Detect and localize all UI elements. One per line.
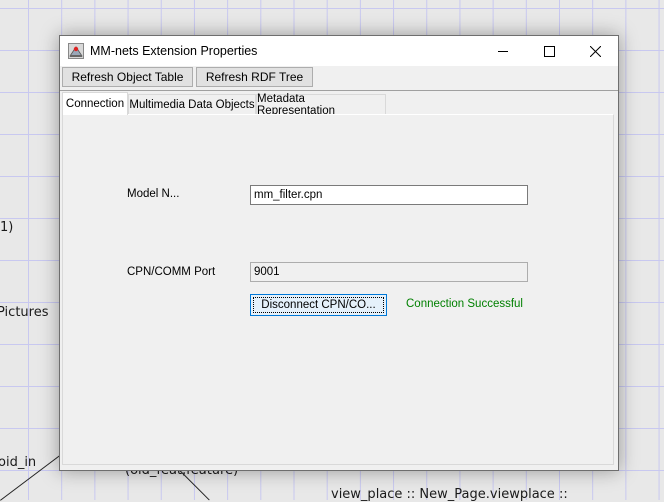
tab-connection[interactable]: Connection	[62, 92, 128, 115]
disconnect-button[interactable]: Disconnect CPN/CO...	[250, 294, 387, 316]
background-label-pictures: Pictures	[0, 305, 49, 320]
tab-multimedia-data-objects[interactable]: Multimedia Data Objects	[128, 94, 256, 114]
model-name-input[interactable]	[250, 185, 528, 205]
disconnect-button-label: Disconnect CPN/CO...	[261, 299, 376, 311]
background-label-1: 1)	[0, 220, 14, 235]
minimize-icon	[498, 51, 508, 52]
refresh-object-table-button[interactable]: Refresh Object Table	[62, 67, 193, 87]
toolbar: Refresh Object Table Refresh RDF Tree	[60, 66, 618, 91]
background-label-oid-in: oid_in	[0, 455, 37, 470]
connection-status: Connection Successful	[406, 298, 523, 310]
maximize-icon	[543, 45, 555, 57]
close-button[interactable]	[572, 36, 618, 66]
title-bar[interactable]: MM-nets Extension Properties	[60, 36, 618, 66]
minimize-button[interactable]	[480, 36, 526, 66]
properties-dialog: MM-nets Extension Properties Refresh Obj…	[59, 35, 619, 471]
model-name-label: Model N...	[127, 188, 180, 200]
java-app-icon	[68, 43, 84, 59]
refresh-rdf-tree-button[interactable]: Refresh RDF Tree	[196, 67, 313, 87]
tab-metadata-representation[interactable]: Metadata Representation	[256, 93, 386, 117]
port-label: CPN/COMM Port	[127, 266, 216, 278]
window-title: MM-nets Extension Properties	[90, 44, 258, 58]
close-icon	[589, 45, 601, 57]
connection-panel: Model N... CPN/COMM Port Disconnect CPN/…	[62, 114, 614, 465]
port-input[interactable]	[250, 262, 528, 282]
maximize-button[interactable]	[526, 36, 572, 66]
